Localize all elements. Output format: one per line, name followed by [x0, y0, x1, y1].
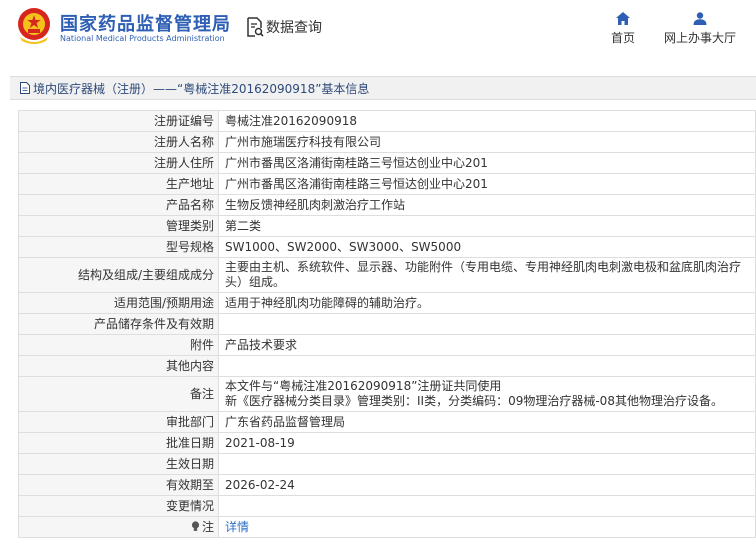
org-name-en: National Medical Products Administration: [60, 34, 225, 43]
row-value: 广州市番禺区洛浦街南桂路三号恒达创业中心201: [218, 152, 756, 174]
row-label: 产品名称: [18, 194, 219, 216]
row-label: 变更情况: [18, 495, 219, 517]
remark-line: 新《医疗器械分类目录》管理类别：II类，分类编码：09物理治疗器械-08其他物理…: [225, 394, 723, 408]
document-icon: [20, 82, 30, 94]
table-row: 管理类别 第二类: [18, 215, 756, 237]
row-label: 管理类别: [18, 215, 219, 237]
row-label: 注: [201, 519, 214, 534]
row-value: [218, 453, 756, 475]
table-row: 注 详情: [18, 516, 756, 538]
note-label-cell: 注: [18, 516, 219, 538]
table-row: 注册人名称 广州市施瑞医疗科技有限公司: [18, 131, 756, 153]
row-value: 第二类: [218, 215, 756, 237]
device-info-table: 注册证编号 粤械注准20162090918 注册人名称 广州市施瑞医疗科技有限公…: [18, 110, 756, 538]
table-row: 备注 本文件与“粤械注准20162090918”注册证共同使用 新《医疗器械分类…: [18, 376, 756, 412]
data-query-link[interactable]: 数据查询: [246, 17, 322, 37]
row-label: 适用范围/预期用途: [18, 292, 219, 314]
table-row: 生效日期: [18, 453, 756, 475]
document-search-icon: [247, 17, 264, 37]
row-value: 生物反馈神经肌肉刺激治疗工作站: [218, 194, 756, 216]
lightbulb-icon: [191, 520, 200, 531]
remark-line: 本文件与“粤械注准20162090918”注册证共同使用: [225, 379, 502, 393]
table-row: 审批部门 广东省药品监督管理局: [18, 411, 756, 433]
row-label: 生效日期: [18, 453, 219, 475]
national-emblem-icon: [18, 8, 50, 44]
nav-home-label: 首页: [610, 31, 635, 45]
row-value: 2026-02-24: [218, 474, 756, 496]
row-value: 适用于神经肌肉功能障碍的辅助治疗。: [218, 292, 756, 314]
row-value: 粤械注准20162090918: [218, 110, 756, 132]
row-value: 广东省药品监督管理局: [218, 411, 756, 433]
row-label: 产品储存条件及有效期: [18, 313, 219, 335]
row-label: 其他内容: [18, 355, 219, 377]
nav-online-service-hall[interactable]: 网上办事大厅: [660, 12, 740, 46]
site-header: 国家药品监督管理局 National Medical Products Admi…: [0, 0, 756, 62]
row-value: 产品技术要求: [218, 334, 756, 356]
row-label: 结构及组成/主要组成成分: [18, 257, 219, 293]
table-row: 注册证编号 粤械注准20162090918: [18, 110, 756, 132]
data-query-label: 数据查询: [266, 20, 322, 36]
table-row: 产品储存条件及有效期: [18, 313, 756, 335]
table-row: 有效期至 2026-02-24: [18, 474, 756, 496]
details-link[interactable]: 详情: [225, 520, 249, 534]
table-row: 注册人住所 广州市番禺区洛浦街南桂路三号恒达创业中心201: [18, 152, 756, 174]
row-value: 广州市番禺区洛浦街南桂路三号恒达创业中心201: [218, 173, 756, 195]
row-value: [218, 313, 756, 335]
record-title-bar: 境内医疗器械（注册）——“粤械注准20162090918”基本信息: [10, 76, 756, 100]
row-label: 批准日期: [18, 432, 219, 454]
table-row: 生产地址 广州市番禺区洛浦街南桂路三号恒达创业中心201: [18, 173, 756, 195]
table-row: 变更情况: [18, 495, 756, 517]
user-icon: [693, 12, 707, 25]
row-value: 详情: [218, 516, 756, 538]
row-value: [218, 495, 756, 517]
table-row: 附件 产品技术要求: [18, 334, 756, 356]
row-label: 型号规格: [18, 236, 219, 258]
row-label: 审批部门: [18, 411, 219, 433]
table-row: 其他内容: [18, 355, 756, 377]
row-value: 广州市施瑞医疗科技有限公司: [218, 131, 756, 153]
row-value: 本文件与“粤械注准20162090918”注册证共同使用 新《医疗器械分类目录》…: [218, 376, 756, 412]
row-label: 注册证编号: [18, 110, 219, 132]
record-title: 境内医疗器械（注册）——“粤械注准20162090918”基本信息: [33, 81, 370, 96]
row-label: 注册人名称: [18, 131, 219, 153]
home-icon: [616, 12, 630, 25]
table-row: 结构及组成/主要组成成分 主要由主机、系统软件、显示器、功能附件（专用电缆、专用…: [18, 257, 756, 293]
table-row: 型号规格 SW1000、SW2000、SW3000、SW5000: [18, 236, 756, 258]
row-label: 附件: [18, 334, 219, 356]
row-label: 生产地址: [18, 173, 219, 195]
table-row: 批准日期 2021-08-19: [18, 432, 756, 454]
row-value: [218, 355, 756, 377]
row-label: 备注: [18, 376, 219, 412]
org-name-cn: 国家药品监督管理局: [60, 14, 231, 35]
nav-home[interactable]: 首页: [606, 12, 640, 46]
row-value: SW1000、SW2000、SW3000、SW5000: [218, 236, 756, 258]
table-row: 适用范围/预期用途 适用于神经肌肉功能障碍的辅助治疗。: [18, 292, 756, 314]
table-row: 产品名称 生物反馈神经肌肉刺激治疗工作站: [18, 194, 756, 216]
row-label: 注册人住所: [18, 152, 219, 174]
row-value: 2021-08-19: [218, 432, 756, 454]
row-label: 有效期至: [18, 474, 219, 496]
nav-service-label: 网上办事大厅: [663, 31, 736, 45]
row-value: 主要由主机、系统软件、显示器、功能附件（专用电缆、专用神经肌肉电刺激电极和盆底肌…: [218, 257, 756, 293]
